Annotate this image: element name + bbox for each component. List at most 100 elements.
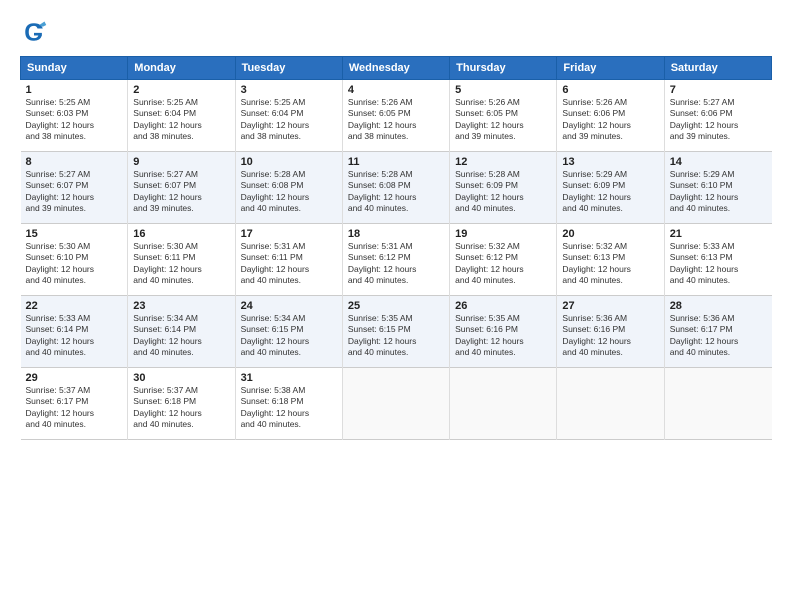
- day-number: 20: [562, 228, 658, 240]
- day-info: Sunrise: 5:25 AM Sunset: 6:03 PM Dayligh…: [26, 97, 123, 143]
- day-info: Sunrise: 5:32 AM Sunset: 6:12 PM Dayligh…: [455, 241, 551, 287]
- day-number: 7: [670, 84, 767, 96]
- day-number: 1: [26, 84, 123, 96]
- day-info: Sunrise: 5:26 AM Sunset: 6:05 PM Dayligh…: [455, 97, 551, 143]
- day-number: 14: [670, 156, 767, 168]
- day-info: Sunrise: 5:25 AM Sunset: 6:04 PM Dayligh…: [241, 97, 337, 143]
- logo-icon: [20, 18, 48, 46]
- day-number: 31: [241, 372, 337, 384]
- day-number: 10: [241, 156, 337, 168]
- day-cell: 18Sunrise: 5:31 AM Sunset: 6:12 PM Dayli…: [342, 224, 449, 296]
- day-cell: 24Sunrise: 5:34 AM Sunset: 6:15 PM Dayli…: [235, 296, 342, 368]
- header-cell-thursday: Thursday: [450, 57, 557, 80]
- day-info: Sunrise: 5:37 AM Sunset: 6:18 PM Dayligh…: [133, 385, 229, 431]
- day-cell: 16Sunrise: 5:30 AM Sunset: 6:11 PM Dayli…: [128, 224, 235, 296]
- day-info: Sunrise: 5:36 AM Sunset: 6:16 PM Dayligh…: [562, 313, 658, 359]
- day-cell: 7Sunrise: 5:27 AM Sunset: 6:06 PM Daylig…: [664, 80, 771, 152]
- day-info: Sunrise: 5:27 AM Sunset: 6:06 PM Dayligh…: [670, 97, 767, 143]
- header-cell-wednesday: Wednesday: [342, 57, 449, 80]
- header-cell-saturday: Saturday: [664, 57, 771, 80]
- day-cell: [557, 368, 664, 440]
- day-cell: 22Sunrise: 5:33 AM Sunset: 6:14 PM Dayli…: [21, 296, 128, 368]
- day-cell: [450, 368, 557, 440]
- day-number: 29: [26, 372, 123, 384]
- day-cell: [664, 368, 771, 440]
- day-info: Sunrise: 5:28 AM Sunset: 6:08 PM Dayligh…: [348, 169, 444, 215]
- day-cell: 26Sunrise: 5:35 AM Sunset: 6:16 PM Dayli…: [450, 296, 557, 368]
- day-info: Sunrise: 5:29 AM Sunset: 6:10 PM Dayligh…: [670, 169, 767, 215]
- day-number: 9: [133, 156, 229, 168]
- day-cell: 23Sunrise: 5:34 AM Sunset: 6:14 PM Dayli…: [128, 296, 235, 368]
- week-row-1: 1Sunrise: 5:25 AM Sunset: 6:03 PM Daylig…: [21, 80, 772, 152]
- day-number: 12: [455, 156, 551, 168]
- calendar-table: SundayMondayTuesdayWednesdayThursdayFrid…: [20, 56, 772, 440]
- day-info: Sunrise: 5:29 AM Sunset: 6:09 PM Dayligh…: [562, 169, 658, 215]
- day-cell: 14Sunrise: 5:29 AM Sunset: 6:10 PM Dayli…: [664, 152, 771, 224]
- day-info: Sunrise: 5:34 AM Sunset: 6:14 PM Dayligh…: [133, 313, 229, 359]
- day-number: 24: [241, 300, 337, 312]
- day-info: Sunrise: 5:27 AM Sunset: 6:07 PM Dayligh…: [133, 169, 229, 215]
- day-cell: 27Sunrise: 5:36 AM Sunset: 6:16 PM Dayli…: [557, 296, 664, 368]
- header-cell-tuesday: Tuesday: [235, 57, 342, 80]
- day-info: Sunrise: 5:28 AM Sunset: 6:08 PM Dayligh…: [241, 169, 337, 215]
- day-number: 3: [241, 84, 337, 96]
- day-number: 4: [348, 84, 444, 96]
- day-info: Sunrise: 5:26 AM Sunset: 6:06 PM Dayligh…: [562, 97, 658, 143]
- day-info: Sunrise: 5:31 AM Sunset: 6:11 PM Dayligh…: [241, 241, 337, 287]
- week-row-4: 22Sunrise: 5:33 AM Sunset: 6:14 PM Dayli…: [21, 296, 772, 368]
- header-cell-sunday: Sunday: [21, 57, 128, 80]
- day-cell: 31Sunrise: 5:38 AM Sunset: 6:18 PM Dayli…: [235, 368, 342, 440]
- day-number: 16: [133, 228, 229, 240]
- day-number: 15: [26, 228, 123, 240]
- header-cell-friday: Friday: [557, 57, 664, 80]
- day-info: Sunrise: 5:38 AM Sunset: 6:18 PM Dayligh…: [241, 385, 337, 431]
- day-number: 25: [348, 300, 444, 312]
- day-info: Sunrise: 5:26 AM Sunset: 6:05 PM Dayligh…: [348, 97, 444, 143]
- day-info: Sunrise: 5:31 AM Sunset: 6:12 PM Dayligh…: [348, 241, 444, 287]
- day-info: Sunrise: 5:33 AM Sunset: 6:13 PM Dayligh…: [670, 241, 767, 287]
- day-number: 22: [26, 300, 123, 312]
- day-cell: 28Sunrise: 5:36 AM Sunset: 6:17 PM Dayli…: [664, 296, 771, 368]
- day-number: 18: [348, 228, 444, 240]
- day-info: Sunrise: 5:37 AM Sunset: 6:17 PM Dayligh…: [26, 385, 123, 431]
- day-cell: 13Sunrise: 5:29 AM Sunset: 6:09 PM Dayli…: [557, 152, 664, 224]
- day-info: Sunrise: 5:34 AM Sunset: 6:15 PM Dayligh…: [241, 313, 337, 359]
- day-number: 13: [562, 156, 658, 168]
- day-info: Sunrise: 5:28 AM Sunset: 6:09 PM Dayligh…: [455, 169, 551, 215]
- day-cell: 11Sunrise: 5:28 AM Sunset: 6:08 PM Dayli…: [342, 152, 449, 224]
- day-cell: 20Sunrise: 5:32 AM Sunset: 6:13 PM Dayli…: [557, 224, 664, 296]
- day-number: 19: [455, 228, 551, 240]
- day-number: 28: [670, 300, 767, 312]
- day-number: 2: [133, 84, 229, 96]
- day-cell: 15Sunrise: 5:30 AM Sunset: 6:10 PM Dayli…: [21, 224, 128, 296]
- day-number: 27: [562, 300, 658, 312]
- day-cell: 5Sunrise: 5:26 AM Sunset: 6:05 PM Daylig…: [450, 80, 557, 152]
- day-cell: 9Sunrise: 5:27 AM Sunset: 6:07 PM Daylig…: [128, 152, 235, 224]
- day-info: Sunrise: 5:36 AM Sunset: 6:17 PM Dayligh…: [670, 313, 767, 359]
- day-info: Sunrise: 5:35 AM Sunset: 6:15 PM Dayligh…: [348, 313, 444, 359]
- week-row-2: 8 Sunrise: 5:27 AM Sunset: 6:07 PM Daylig…: [21, 152, 772, 224]
- day-number: 8: [26, 156, 123, 168]
- day-cell: [342, 368, 449, 440]
- day-number: 30: [133, 372, 229, 384]
- day-info: Sunrise: 5:32 AM Sunset: 6:13 PM Dayligh…: [562, 241, 658, 287]
- day-cell: 19Sunrise: 5:32 AM Sunset: 6:12 PM Dayli…: [450, 224, 557, 296]
- day-number: 23: [133, 300, 229, 312]
- header: [20, 18, 772, 46]
- header-cell-monday: Monday: [128, 57, 235, 80]
- day-number: 26: [455, 300, 551, 312]
- day-info: Sunrise: 5:30 AM Sunset: 6:10 PM Dayligh…: [26, 241, 123, 287]
- day-cell: 3Sunrise: 5:25 AM Sunset: 6:04 PM Daylig…: [235, 80, 342, 152]
- day-number: 17: [241, 228, 337, 240]
- day-number: 21: [670, 228, 767, 240]
- calendar-body: 1Sunrise: 5:25 AM Sunset: 6:03 PM Daylig…: [21, 80, 772, 440]
- header-row: SundayMondayTuesdayWednesdayThursdayFrid…: [21, 57, 772, 80]
- day-cell: 2Sunrise: 5:25 AM Sunset: 6:04 PM Daylig…: [128, 80, 235, 152]
- day-cell: 29Sunrise: 5:37 AM Sunset: 6:17 PM Dayli…: [21, 368, 128, 440]
- day-cell: 8Sunrise: 5:27 AM Sunset: 6:07 PM Daylig…: [21, 152, 128, 224]
- week-row-5: 29Sunrise: 5:37 AM Sunset: 6:17 PM Dayli…: [21, 368, 772, 440]
- day-info: Sunrise: 5:35 AM Sunset: 6:16 PM Dayligh…: [455, 313, 551, 359]
- day-info: Sunrise: 5:33 AM Sunset: 6:14 PM Dayligh…: [26, 313, 123, 359]
- day-info: Sunrise: 5:25 AM Sunset: 6:04 PM Dayligh…: [133, 97, 229, 143]
- day-number: 5: [455, 84, 551, 96]
